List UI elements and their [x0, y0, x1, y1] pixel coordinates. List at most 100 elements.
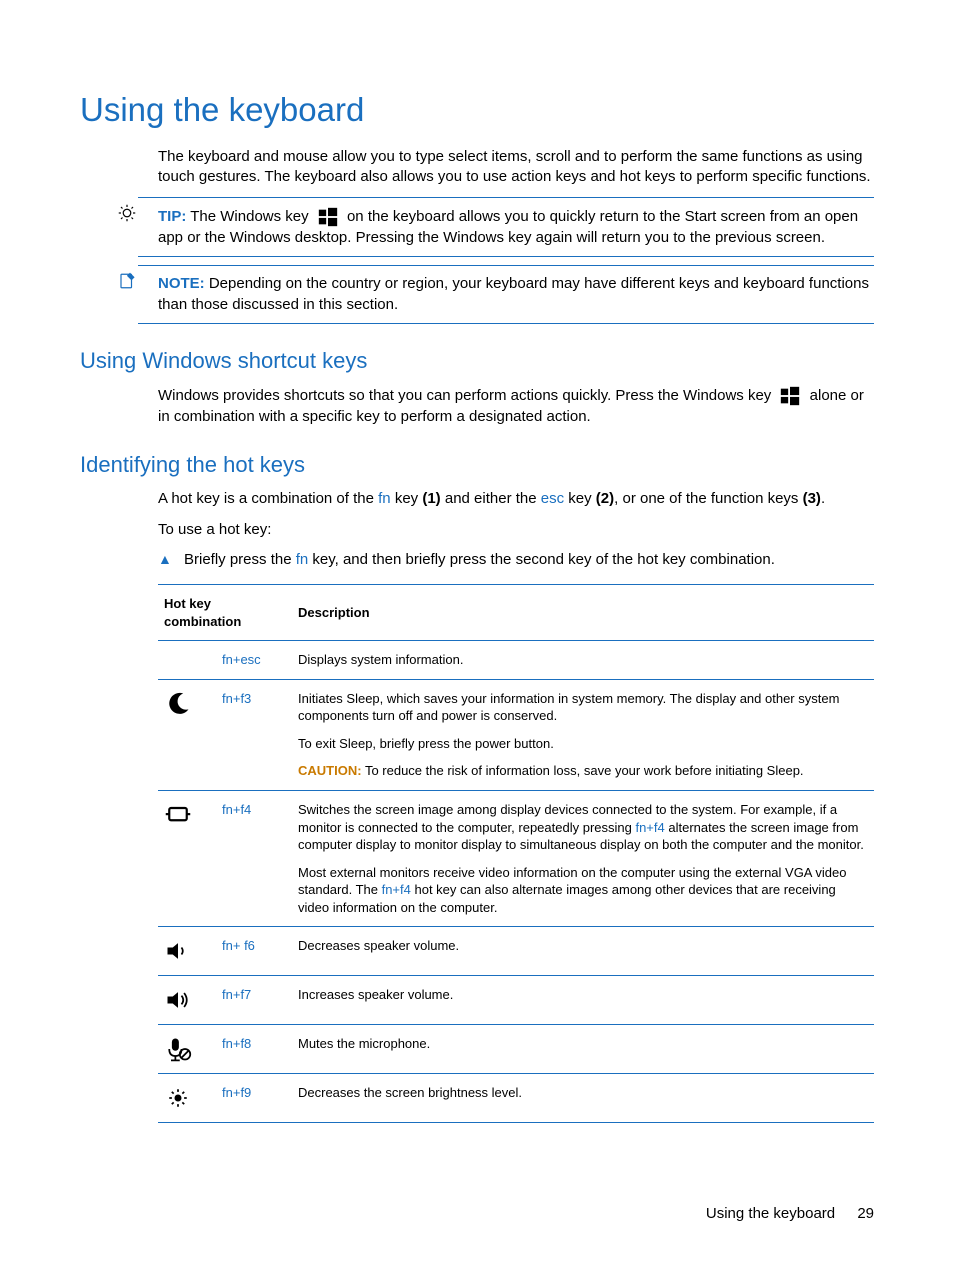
page-footer: Using the keyboard 29	[706, 1204, 874, 1224]
text: Displays system information.	[298, 652, 463, 667]
table-row: fn+f9 Decreases the screen brightness lev…	[158, 1074, 874, 1123]
th-desc: Description	[292, 585, 874, 641]
key-ref: fn+f4	[382, 882, 411, 897]
combo-part: fn	[222, 802, 233, 817]
combo-part: esc	[240, 652, 260, 667]
hotkey-combo: fn+f8	[216, 1025, 292, 1074]
tip-label: TIP:	[158, 208, 186, 225]
text: Decreases speaker volume.	[298, 938, 459, 953]
section-shortcut-title: Using Windows shortcut keys	[80, 346, 874, 376]
text: , or one of the function keys	[614, 490, 802, 507]
bold: (3)	[803, 490, 821, 507]
bullet-item: ▲ Briefly press the fn key, and then bri…	[158, 550, 874, 570]
combo-part: fn	[222, 938, 233, 953]
text: Decreases the screen brightness level.	[298, 1085, 522, 1100]
text: key	[391, 490, 423, 507]
combo-part: f8	[240, 1036, 251, 1051]
table-row: fn+f3Initiates Sleep, which saves your i…	[158, 679, 874, 790]
caution-text: To reduce the risk of information loss, …	[365, 763, 804, 778]
text: A hot key is a combination of the	[158, 490, 378, 507]
bold: (1)	[422, 490, 440, 507]
vol-up-icon	[164, 986, 192, 1014]
hotkey-combo: fn+f4	[216, 791, 292, 927]
display-icon	[164, 801, 192, 829]
sleep-icon	[164, 690, 192, 718]
section-hotkeys-title: Identifying the hot keys	[80, 450, 874, 480]
table-row: fn+f7 Increases speaker volume.	[158, 976, 874, 1025]
desc-para: Initiates Sleep, which saves your inform…	[298, 690, 868, 725]
hotkey-combo: fn+ f6	[216, 927, 292, 976]
text: Increases speaker volume.	[298, 987, 453, 1002]
combo-part: fn	[222, 1085, 233, 1100]
desc-para: CAUTION: To reduce the risk of informati…	[298, 762, 868, 780]
text: .	[821, 490, 825, 507]
table-row: fn+esc Displays system information.	[158, 641, 874, 680]
desc-para: Displays system information.	[298, 651, 868, 669]
hotkey-combo: fn+esc	[216, 641, 292, 680]
table-row: fn+ f6 Decreases speaker volume.	[158, 927, 874, 976]
footer-text: Using the keyboard	[706, 1205, 835, 1222]
row-icon-cell	[158, 976, 216, 1025]
combo-part: +	[233, 938, 244, 953]
note-admonition: NOTE: Depending on the country or region…	[138, 265, 874, 324]
row-icon-cell	[158, 641, 216, 680]
hotkey-description: Decreases speaker volume.	[292, 927, 874, 976]
key-ref: fn+f4	[635, 820, 664, 835]
hotkey-description: Mutes the microphone.	[292, 1025, 874, 1074]
intro-text: The keyboard and mouse allow you to type…	[158, 147, 874, 188]
desc-para: Decreases the screen brightness level.	[298, 1084, 868, 1102]
combo-part: f4	[240, 802, 251, 817]
tip-icon	[118, 204, 136, 222]
shortcuts-text: Windows provides shortcuts so that you c…	[158, 385, 874, 427]
combo-part: fn	[222, 1036, 233, 1051]
text: Briefly press the	[184, 551, 296, 568]
bold: (2)	[596, 490, 614, 507]
text: To exit Sleep, briefly press the power b…	[298, 736, 554, 751]
desc-para: Most external monitors receive video inf…	[298, 864, 868, 917]
hotkey-description: Initiates Sleep, which saves your inform…	[292, 679, 874, 790]
desc-para: To exit Sleep, briefly press the power b…	[298, 735, 868, 753]
esc-key: esc	[541, 490, 564, 507]
windows-key-icon	[317, 206, 339, 228]
text: key, and then briefly press the second k…	[308, 551, 775, 568]
hotkey-description: Decreases the screen brightness level.	[292, 1074, 874, 1123]
fn-key: fn	[296, 551, 309, 568]
text: Initiates Sleep, which saves your inform…	[298, 691, 839, 724]
note-text: Depending on the country or region, your…	[158, 275, 869, 312]
hotkey-description: Displays system information.	[292, 641, 874, 680]
hotkeys-intro2: To use a hot key:	[158, 520, 874, 540]
bright-down-icon	[164, 1084, 192, 1112]
combo-part: f9	[240, 1085, 251, 1100]
combo-part: f6	[244, 938, 255, 953]
row-icon-cell	[158, 1025, 216, 1074]
note-icon	[118, 272, 136, 290]
combo-part: f7	[240, 987, 251, 1002]
hotkeys-table: Hot key combination Description fn+escDi…	[158, 584, 874, 1123]
hotkeys-intro: A hot key is a combination of the fn key…	[158, 489, 874, 509]
mic-mute-icon	[164, 1035, 192, 1063]
row-icon-cell	[158, 1074, 216, 1123]
caution-label: CAUTION:	[298, 763, 362, 778]
desc-para: Switches the screen image among display …	[298, 801, 868, 854]
row-icon-cell	[158, 679, 216, 790]
hotkey-combo: fn+f7	[216, 976, 292, 1025]
tip-admonition: TIP: The Windows key on the keyboard all…	[138, 197, 874, 257]
page-number: 29	[857, 1205, 874, 1222]
hotkey-combo: fn+f3	[216, 679, 292, 790]
table-row: fn+f8 Mutes the microphone.	[158, 1025, 874, 1074]
combo-part: fn	[222, 691, 233, 706]
th-combo: Hot key combination	[158, 585, 292, 641]
hotkey-combo: fn+f9	[216, 1074, 292, 1123]
hotkey-description: Increases speaker volume.	[292, 976, 874, 1025]
vol-down-icon	[164, 937, 192, 965]
combo-part: fn	[222, 987, 233, 1002]
desc-para: Mutes the microphone.	[298, 1035, 868, 1053]
text: and either the	[441, 490, 541, 507]
bullet-marker-icon: ▲	[158, 550, 184, 570]
desc-para: Decreases speaker volume.	[298, 937, 868, 955]
fn-key: fn	[378, 490, 391, 507]
windows-key-icon	[779, 385, 801, 407]
note-label: NOTE:	[158, 275, 205, 292]
desc-para: Increases speaker volume.	[298, 986, 868, 1004]
text: Mutes the microphone.	[298, 1036, 430, 1051]
